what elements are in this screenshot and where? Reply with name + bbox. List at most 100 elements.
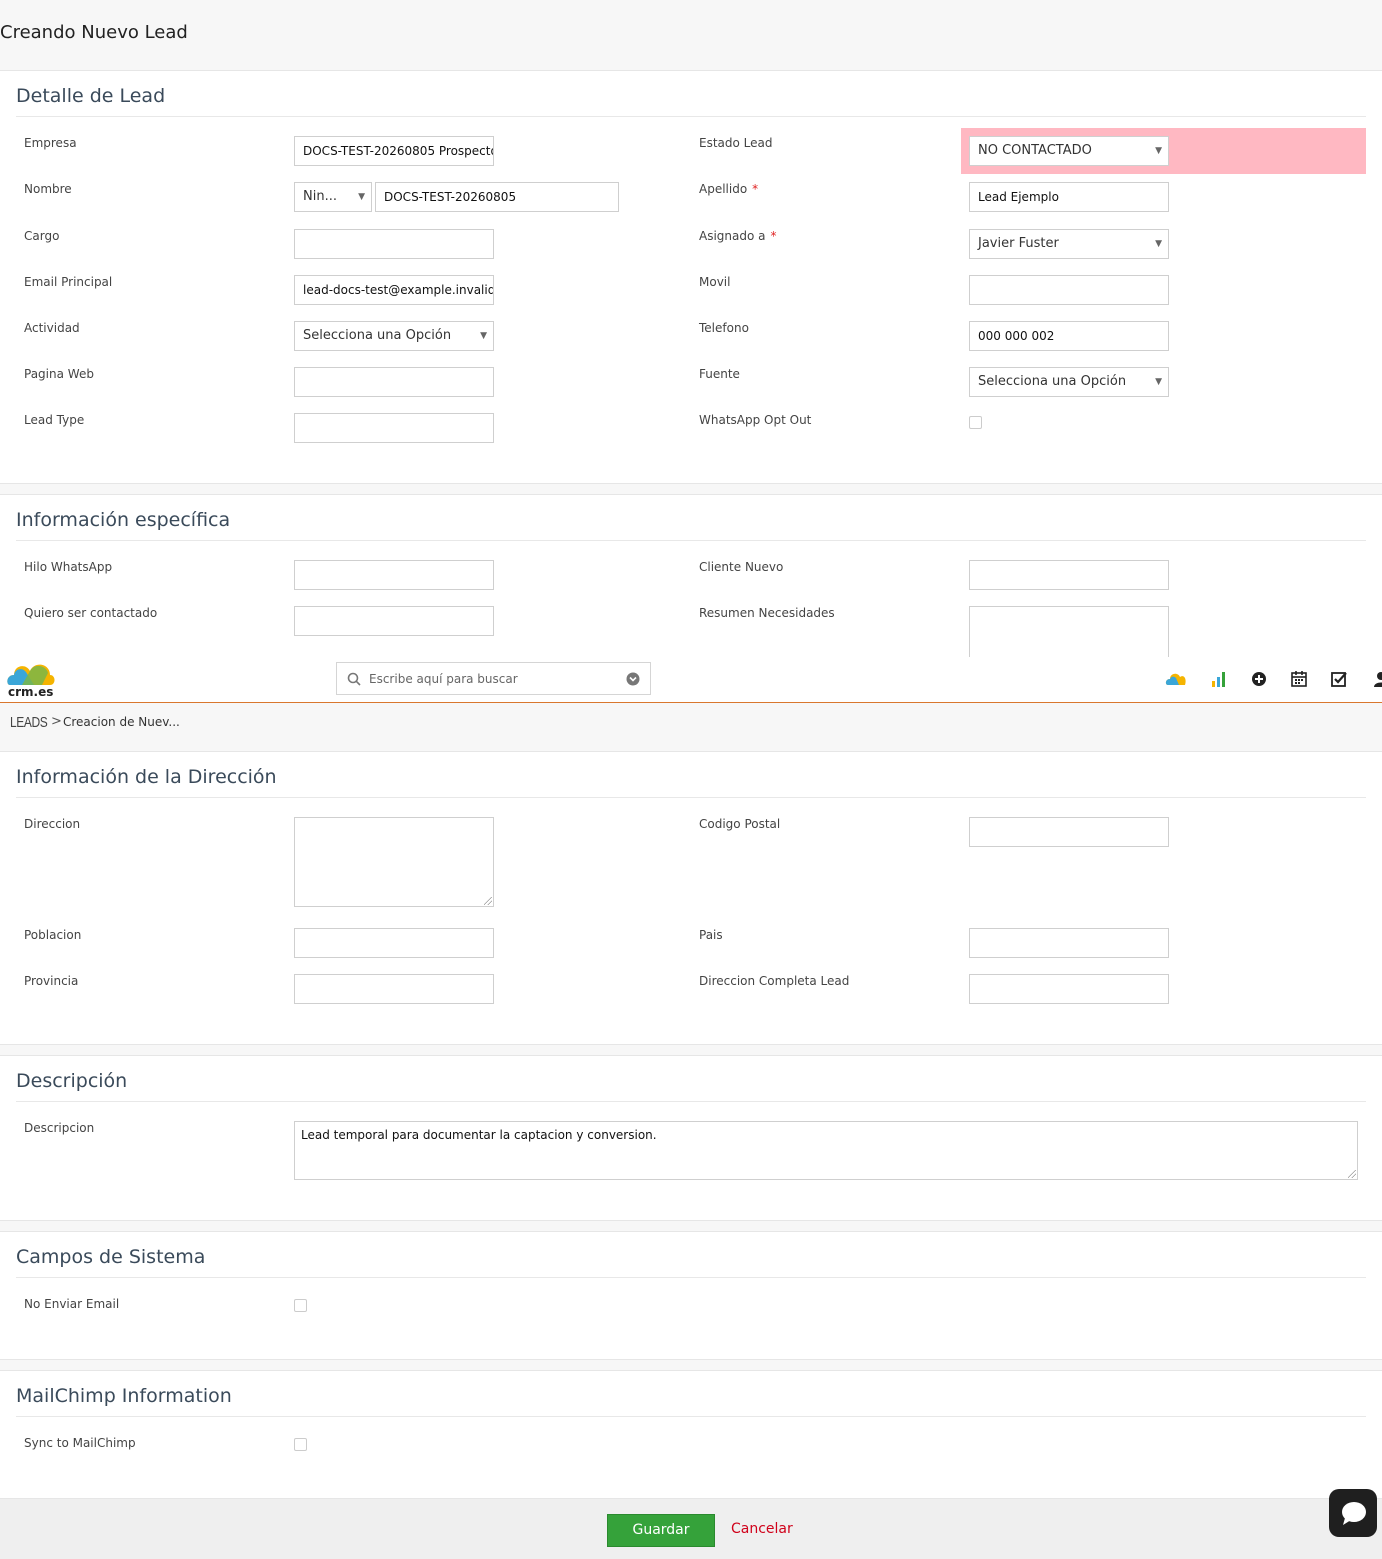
- no-enviar-email-checkbox[interactable]: [294, 1299, 307, 1312]
- breadcrumb-current: Creacion de Nuev...: [63, 715, 180, 729]
- label-asignado: Asignado a *: [699, 229, 777, 243]
- chevron-down-circle-icon[interactable]: [626, 672, 640, 686]
- logo-text: crm.es: [8, 685, 54, 699]
- divider: [16, 1416, 1366, 1417]
- nombre-input[interactable]: DOCS-TEST-20260805: [375, 182, 619, 212]
- direccion-completa-input[interactable]: [969, 974, 1169, 1004]
- sync-mailchimp-checkbox[interactable]: [294, 1438, 307, 1451]
- telefono-input[interactable]: 000 000 002: [969, 321, 1169, 351]
- label-web: Pagina Web: [24, 367, 94, 381]
- label-email: Email Principal: [24, 275, 113, 289]
- pais-input[interactable]: [969, 928, 1169, 958]
- section-title: Información específica: [16, 509, 231, 531]
- section-informacion-direccion: Información de la Dirección Direccion Po…: [0, 751, 1382, 1045]
- whatsapp-optout-checkbox[interactable]: [969, 416, 982, 429]
- estado-select[interactable]: NO CONTACTADO ▼: [969, 136, 1169, 166]
- section-descripcion: Descripción Descripcion Lead temporal pa…: [0, 1055, 1382, 1221]
- section-informacion-especifica: Información específica Hilo WhatsApp Qui…: [0, 494, 1382, 666]
- cliente-nuevo-input[interactable]: [969, 560, 1169, 590]
- label-hilo-whatsapp: Hilo WhatsApp: [24, 560, 113, 574]
- label-resumen-necesidades: Resumen Necesidades: [699, 606, 835, 620]
- label-apellido-text: Apellido: [699, 182, 748, 196]
- empresa-input[interactable]: DOCS-TEST-20260805 Prospecto: [294, 136, 494, 166]
- direccion-textarea[interactable]: [294, 817, 494, 907]
- fuente-select[interactable]: Selecciona una Opción ▼: [969, 367, 1169, 397]
- chevron-down-icon: ▼: [358, 192, 365, 202]
- estado-value: NO CONTACTADO: [978, 143, 1092, 158]
- save-button[interactable]: Guardar: [607, 1514, 715, 1547]
- crm-logo[interactable]: crm.es: [6, 659, 56, 699]
- quiero-contactado-input[interactable]: [294, 606, 494, 636]
- divider: [16, 1277, 1366, 1278]
- web-input[interactable]: [294, 367, 494, 397]
- chat-button[interactable]: [1329, 1489, 1377, 1537]
- provincia-input[interactable]: [294, 974, 494, 1004]
- label-apellido: Apellido *: [699, 182, 758, 196]
- label-telefono: Telefono: [699, 321, 749, 335]
- divider: [16, 797, 1366, 798]
- cloud-icon[interactable]: [1165, 670, 1187, 688]
- chevron-down-icon: ▼: [1155, 146, 1162, 156]
- actividad-select[interactable]: Selecciona una Opción ▼: [294, 321, 494, 351]
- label-descripcion: Descripcion: [24, 1121, 95, 1135]
- search-input[interactable]: Escribe aquí para buscar: [336, 662, 651, 695]
- reports-chart-icon[interactable]: [1210, 670, 1228, 688]
- required-marker: *: [770, 229, 777, 243]
- label-no-enviar-email: No Enviar Email: [24, 1297, 120, 1311]
- salutation-value: Nin...: [303, 189, 337, 204]
- apellido-input[interactable]: Lead Ejemplo: [969, 182, 1169, 212]
- chevron-down-icon: ▼: [480, 331, 487, 341]
- codigo-postal-input[interactable]: [969, 817, 1169, 847]
- label-codigo-postal: Codigo Postal: [699, 817, 781, 831]
- label-pais: Pais: [699, 928, 723, 942]
- label-estado: Estado Lead: [699, 136, 773, 150]
- divider: [16, 116, 1366, 117]
- tasks-checkbox-icon[interactable]: [1330, 670, 1348, 688]
- label-direccion-completa: Direccion Completa Lead: [699, 974, 850, 988]
- section-title: Detalle de Lead: [16, 85, 166, 107]
- email-input[interactable]: lead-docs-test@example.invalid: [294, 275, 494, 305]
- section-title: Descripción: [16, 1070, 128, 1092]
- label-empresa: Empresa: [24, 136, 77, 150]
- resize-handle-icon[interactable]: [484, 897, 492, 905]
- required-marker: *: [752, 182, 759, 196]
- asignado-select[interactable]: Javier Fuster ▼: [969, 229, 1169, 259]
- chevron-down-icon: ▼: [1155, 377, 1162, 387]
- resize-handle-icon[interactable]: [1348, 1170, 1356, 1178]
- section-mailchimp: MailChimp Information Sync to MailChimp: [0, 1370, 1382, 1499]
- lead-type-input[interactable]: [294, 413, 494, 443]
- chat-bubble-icon: [1342, 1502, 1366, 1525]
- asignado-value: Javier Fuster: [978, 236, 1059, 251]
- poblacion-input[interactable]: [294, 928, 494, 958]
- descripcion-value: Lead temporal para documentar la captaci…: [301, 1128, 657, 1142]
- chevron-down-icon: ▼: [1155, 239, 1162, 249]
- label-whatsapp-optout: WhatsApp Opt Out: [699, 413, 812, 427]
- divider: [16, 540, 1366, 541]
- label-cliente-nuevo: Cliente Nuevo: [699, 560, 784, 574]
- label-fuente: Fuente: [699, 367, 740, 381]
- hilo-whatsapp-input[interactable]: [294, 560, 494, 590]
- label-direccion: Direccion: [24, 817, 81, 831]
- form-footer: Guardar Cancelar: [0, 1499, 1382, 1559]
- user-icon[interactable]: [1372, 670, 1382, 688]
- label-cargo: Cargo: [24, 229, 60, 243]
- movil-input[interactable]: [969, 275, 1169, 305]
- label-asignado-text: Asignado a: [699, 229, 766, 243]
- calendar-icon[interactable]: [1290, 670, 1308, 688]
- label-lead-type: Lead Type: [24, 413, 85, 427]
- salutation-select[interactable]: Nin... ▼: [294, 182, 372, 212]
- actividad-value: Selecciona una Opción: [303, 328, 452, 343]
- breadcrumb: LEADS > Creacion de Nuev...: [0, 703, 1382, 750]
- label-poblacion: Poblacion: [24, 928, 82, 942]
- fuente-value: Selecciona una Opción: [978, 374, 1127, 389]
- search-icon: [347, 672, 361, 686]
- add-circle-icon[interactable]: [1250, 670, 1268, 688]
- descripcion-textarea[interactable]: Lead temporal para documentar la captaci…: [294, 1121, 1358, 1180]
- cargo-input[interactable]: [294, 229, 494, 259]
- cancel-link[interactable]: Cancelar: [731, 1521, 793, 1537]
- section-title: Información de la Dirección: [16, 766, 277, 788]
- section-title: Campos de Sistema: [16, 1246, 206, 1268]
- section-detalle-lead: Detalle de Lead Empresa DOCS-TEST-202608…: [0, 70, 1382, 484]
- breadcrumb-module-link[interactable]: LEADS: [10, 714, 48, 731]
- search-placeholder: Escribe aquí para buscar: [369, 672, 518, 686]
